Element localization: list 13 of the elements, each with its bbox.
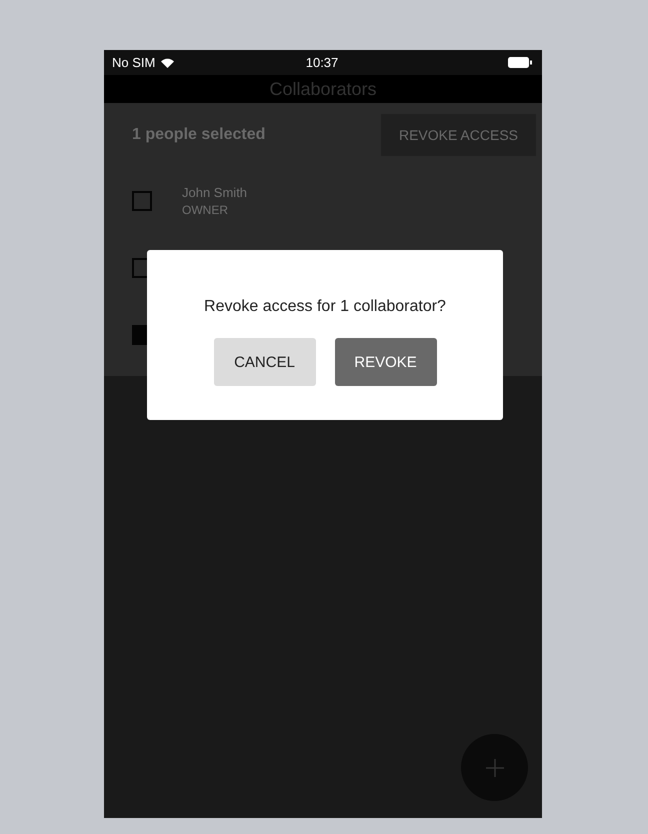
collaborator-role: OWNER xyxy=(182,202,229,216)
clock-label: 10:37 xyxy=(306,55,338,70)
wifi-icon xyxy=(160,56,176,68)
dialog-button[interactable]: REVOKE xyxy=(334,338,436,386)
collaborator-name: John Smith xyxy=(182,184,248,200)
dialog-button[interactable]: CANCEL xyxy=(214,338,316,386)
revoke-access-button[interactable]: REVOKE ACCESS xyxy=(380,114,536,156)
selection-count: 1 people selected xyxy=(132,126,266,144)
plus-icon xyxy=(484,758,504,778)
checkbox[interactable] xyxy=(132,190,152,210)
battery-icon xyxy=(508,57,532,68)
dialog-message: Revoke access for 1 collaborator? xyxy=(204,298,446,316)
carrier-label: No SIM xyxy=(112,55,156,70)
